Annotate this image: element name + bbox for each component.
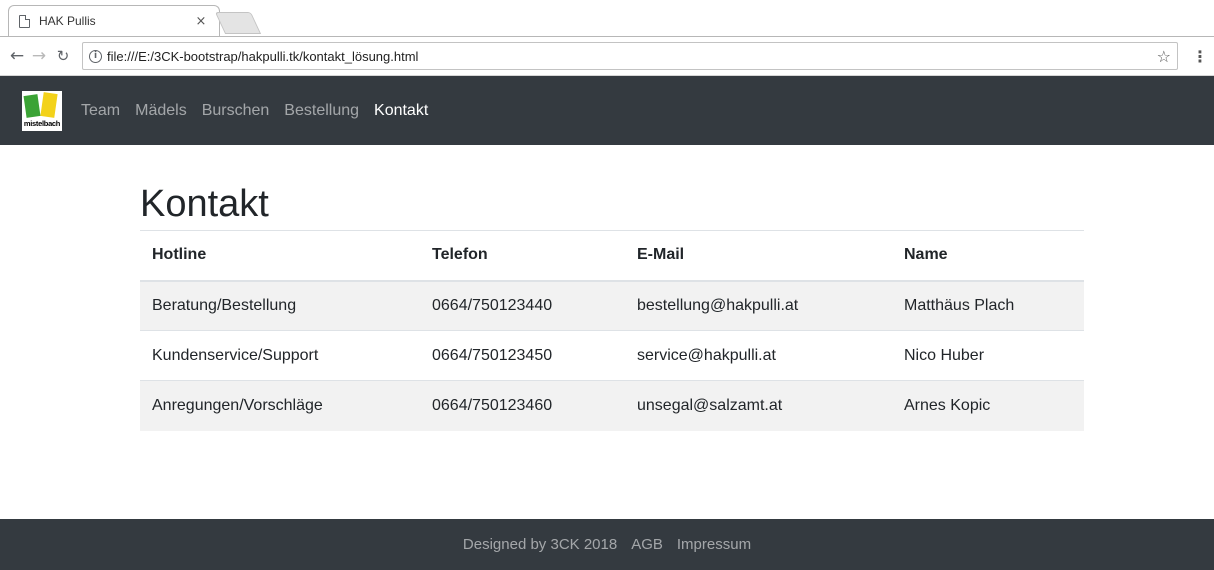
footer-link-impressum[interactable]: Impressum xyxy=(677,536,751,553)
page-icon xyxy=(19,14,30,28)
main-content: Kontakt Hotline Telefon E-Mail Name Bera… xyxy=(140,145,1084,431)
cell-email: unsegal@salzamt.at xyxy=(625,380,892,431)
cell-telefon: 0664/750123440 xyxy=(420,280,625,331)
table-row: Anregungen/Vorschläge 0664/750123460 uns… xyxy=(140,380,1084,431)
cell-email: bestellung@hakpulli.at xyxy=(625,280,892,331)
header-name: Name xyxy=(892,230,1084,282)
nav-link-team[interactable]: Team xyxy=(81,102,120,120)
reload-icon[interactable]: ↻ xyxy=(52,47,74,65)
logo-yellow-shape xyxy=(40,91,58,118)
footer-link-agb[interactable]: AGB xyxy=(631,536,663,553)
kebab-menu-icon[interactable]: ⋮ xyxy=(1192,47,1208,66)
site-navbar: mistelbach Team Mädels Burschen Bestellu… xyxy=(0,76,1214,145)
footer-credit: Designed by 3CK 2018 xyxy=(462,536,618,553)
address-bar[interactable]: i file:///E:/3CK-bootstrap/hakpulli.tk/k… xyxy=(82,42,1178,70)
cell-hotline: Anregungen/Vorschläge xyxy=(140,380,420,431)
cell-hotline: Kundenservice/Support xyxy=(140,330,420,381)
nav-links: Team Mädels Burschen Bestellung Kontakt xyxy=(81,102,443,120)
contact-table: Hotline Telefon E-Mail Name Beratung/Bes… xyxy=(140,230,1084,431)
tab-close-icon[interactable]: × xyxy=(193,14,209,29)
page-title: Kontakt xyxy=(140,183,269,225)
logo-green-shape xyxy=(23,93,41,118)
nav-link-maedels[interactable]: Mädels xyxy=(135,102,187,120)
table-row: Kundenservice/Support 0664/750123450 ser… xyxy=(140,330,1084,381)
browser-toolbar: ← → ↻ i file:///E:/3CK-bootstrap/hakpull… xyxy=(0,36,1214,76)
cell-telefon: 0664/750123460 xyxy=(420,380,625,431)
table-header-row: Hotline Telefon E-Mail Name xyxy=(140,230,1084,282)
info-icon[interactable]: i xyxy=(89,49,102,63)
nav-link-kontakt[interactable]: Kontakt xyxy=(374,102,428,120)
bookmark-star-icon[interactable]: ☆ xyxy=(1157,47,1171,66)
browser-tabstrip: HAK Pullis × xyxy=(0,0,1214,36)
cell-name: Nico Huber xyxy=(892,330,1084,381)
site-footer: Designed by 3CK 2018 AGB Impressum xyxy=(0,519,1214,570)
forward-arrow-icon[interactable]: → xyxy=(28,46,50,66)
cell-name: Matthäus Plach xyxy=(892,280,1084,331)
header-hotline: Hotline xyxy=(140,230,420,282)
brand-logo[interactable]: mistelbach xyxy=(22,90,62,131)
table-row: Beratung/Bestellung 0664/750123440 beste… xyxy=(140,280,1084,331)
cell-email: service@hakpulli.at xyxy=(625,330,892,381)
back-arrow-icon[interactable]: ← xyxy=(6,46,28,66)
tab-title: HAK Pullis xyxy=(39,14,96,28)
url-text[interactable]: file:///E:/3CK-bootstrap/hakpulli.tk/kon… xyxy=(107,49,1157,64)
cell-hotline: Beratung/Bestellung xyxy=(140,280,420,331)
logo-text: mistelbach xyxy=(23,118,61,128)
cell-telefon: 0664/750123450 xyxy=(420,330,625,381)
cell-name: Arnes Kopic xyxy=(892,380,1084,431)
nav-link-bestellung[interactable]: Bestellung xyxy=(284,102,359,120)
nav-link-burschen[interactable]: Burschen xyxy=(202,102,270,120)
header-telefon: Telefon xyxy=(420,230,625,282)
header-email: E-Mail xyxy=(625,230,892,282)
new-tab-button[interactable] xyxy=(214,12,262,34)
browser-tab[interactable]: HAK Pullis × xyxy=(8,5,220,36)
